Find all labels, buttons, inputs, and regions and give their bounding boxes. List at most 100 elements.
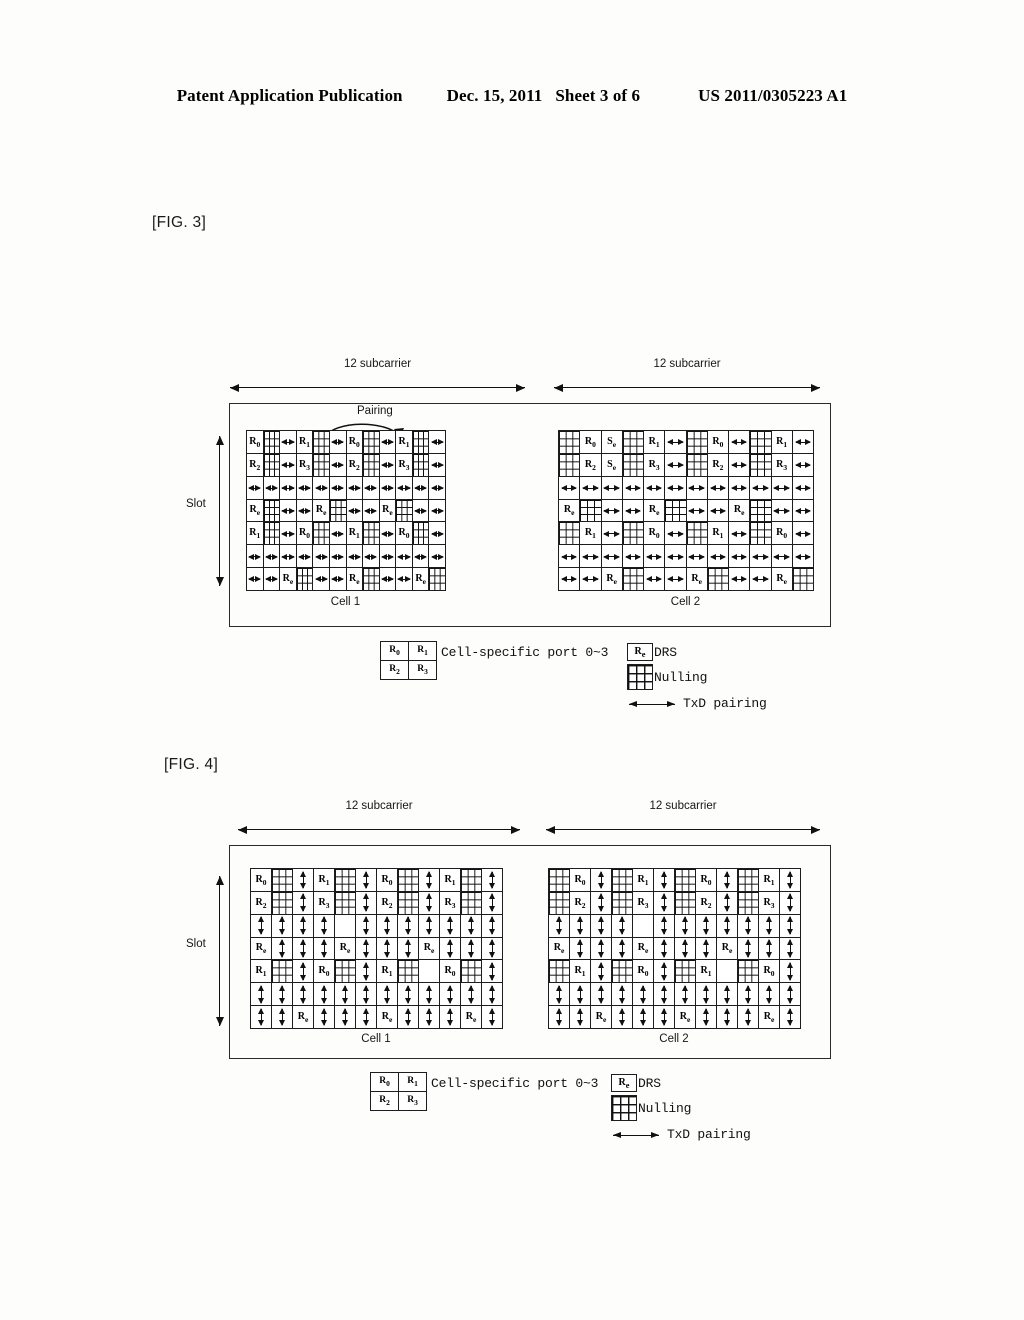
fig4-legend-pairing-arrow-icon (613, 1132, 659, 1138)
legend-port-cell-r2: R2 (371, 1092, 399, 1111)
grid-cell-r2: R2 (580, 453, 602, 477)
grid-cell-txd-pairing-arrow (601, 545, 623, 569)
txd-pairing-arrow-icon (380, 530, 395, 537)
grid-cell-r1: R1 (396, 431, 413, 454)
txd-pairing-arrow-icon (773, 507, 790, 514)
txd-pairing-arrow-icon (489, 962, 496, 981)
txd-pairing-arrow-icon (752, 485, 769, 492)
grid-cell-txd-pairing-arrow (570, 1006, 591, 1029)
grid-cell-txd-pairing-arrow (356, 1006, 377, 1029)
txd-pairing-arrow-icon (730, 530, 747, 537)
grid-cell-txd-pairing-arrow (329, 453, 347, 477)
grid-cell-txd-pairing-arrow (396, 476, 413, 500)
grid-cell-r2: R2 (377, 891, 398, 915)
fig3-subcarrier-dims: 12 subcarrier 12 subcarrier (230, 358, 820, 394)
grid-cell-txd-pairing-arrow (280, 431, 297, 454)
grid-cell-txd-pairing-arrow (654, 914, 675, 938)
grid-cell-txd-pairing-arrow (379, 522, 397, 546)
grid-cell-r1: R1 (707, 522, 729, 546)
txd-pairing-arrow-icon (258, 984, 265, 1004)
grid-cell-re: Re (313, 499, 330, 523)
grid-cell-txd-pairing-arrow (750, 568, 772, 591)
txd-pairing-arrow-icon (773, 485, 790, 492)
grid-cell-txd-pairing-arrow (717, 891, 738, 915)
txd-pairing-arrow-icon (794, 462, 811, 469)
grid-cell-nulling (612, 869, 633, 892)
txd-pairing-arrow-icon (248, 576, 262, 583)
figure-4-label: [FIG. 4] (164, 756, 219, 773)
grid-cell-r0: R0 (251, 869, 272, 892)
txd-pairing-arrow-icon (468, 916, 475, 935)
txd-pairing-arrow-icon (279, 939, 286, 958)
txd-pairing-arrow-icon (787, 962, 794, 981)
grid-cell-nulling (549, 960, 570, 984)
grid-cell-txd-pairing-arrow (329, 545, 347, 569)
fig3-dim-arrow-right (554, 383, 820, 392)
grid-cell-txd-pairing-arrow (686, 499, 708, 523)
grid-cell-nulling (750, 453, 772, 477)
grid-cell-re: Re (559, 499, 581, 523)
grid-cell-r0: R0 (314, 960, 335, 984)
grid-cell-re: Re (633, 937, 654, 961)
txd-pairing-arrow-icon (413, 485, 428, 492)
grid-cell-nulling (461, 869, 482, 892)
txd-pairing-arrow-icon (300, 939, 307, 958)
grid-cell-nulling (335, 960, 356, 984)
grid-cell-txd-pairing-arrow (398, 1006, 419, 1029)
grid-cell-txd-pairing-arrow (356, 983, 377, 1007)
grid-cell-txd-pairing-arrow (296, 476, 314, 500)
grid-cell-txd-pairing-arrow (549, 1006, 570, 1029)
grid-cell-txd-pairing-arrow (622, 499, 644, 523)
txd-pairing-arrow-icon (405, 939, 412, 958)
fig4-subcarrier-dims: 12 subcarrier 12 subcarrier (238, 800, 820, 836)
grid-cell-txd-pairing-arrow (780, 891, 801, 915)
txd-pairing-arrow-icon (430, 507, 445, 514)
grid-cell-txd-pairing-arrow (272, 1006, 293, 1029)
txd-pairing-arrow-icon (426, 916, 433, 935)
grid-cell-nulling (429, 568, 446, 591)
grid-cell-txd-pairing-arrow (293, 983, 314, 1007)
grid-cell-r2: R2 (707, 453, 729, 477)
grid-cell-txd-pairing-arrow (717, 1006, 738, 1029)
grid-cell-txd-pairing-arrow (750, 476, 772, 500)
grid-cell-txd-pairing-arrow (482, 869, 503, 892)
txd-pairing-arrow-icon (703, 1007, 710, 1027)
grid-cell-re: Re (293, 1006, 314, 1029)
grid-cell-txd-pairing-arrow (738, 983, 759, 1007)
grid-cell-r1: R1 (440, 869, 461, 892)
grid-cell-txd-pairing-arrow (440, 983, 461, 1007)
fig4-subcarrier-label-left: 12 subcarrier (345, 800, 413, 812)
grid-cell-txd-pairing-arrow (280, 453, 297, 477)
grid-cell-txd-pairing-arrow (335, 983, 356, 1007)
grid-cell-txd-pairing-arrow (729, 545, 751, 569)
txd-pairing-arrow-icon (430, 462, 445, 469)
grid-cell-txd-pairing-arrow (272, 937, 293, 961)
grid-cell-txd-pairing-arrow (665, 568, 687, 591)
txd-pairing-arrow-icon (321, 939, 328, 958)
grid-cell-txd-pairing-arrow (356, 891, 377, 915)
grid-cell-txd-pairing-arrow (356, 960, 377, 984)
grid-cell-txd-pairing-arrow (335, 1006, 356, 1029)
fig3-cell1-grid: R0 R1 R0 R1 R2 R3 R2 R3 Re Re Re R1 R0 R1 R0 Re Re Re (246, 430, 446, 591)
txd-pairing-arrow-icon (300, 893, 307, 912)
grid-cell-txd-pairing-arrow (272, 914, 293, 938)
grid-cell-txd-pairing-arrow (346, 476, 364, 500)
grid-cell-re: Re (461, 1006, 482, 1029)
grid-cell-txd-pairing-arrow (549, 914, 570, 938)
grid-cell-txd-pairing-arrow (644, 545, 666, 569)
grid-cell-nulling (675, 891, 696, 915)
grid-cell-txd-pairing-arrow (296, 499, 314, 523)
grid-cell-txd-pairing-arrow (633, 983, 654, 1007)
grid-cell-txd-pairing-arrow (363, 499, 380, 523)
grid-cell-txd-pairing-arrow (482, 960, 503, 984)
grid-cell-txd-pairing-arrow (644, 568, 666, 591)
grid-cell-r2: R2 (696, 891, 717, 915)
grid-cell-txd-pairing-arrow (313, 476, 330, 500)
txd-pairing-arrow-icon (560, 553, 577, 560)
txd-pairing-arrow-icon (426, 984, 433, 1004)
grid-cell-txd-pairing-arrow (738, 937, 759, 961)
txd-pairing-arrow-icon (314, 553, 328, 560)
grid-cell-re: Re (675, 1006, 696, 1029)
grid-cell-nulling (412, 522, 430, 546)
grid-cell-nulling (549, 891, 570, 915)
